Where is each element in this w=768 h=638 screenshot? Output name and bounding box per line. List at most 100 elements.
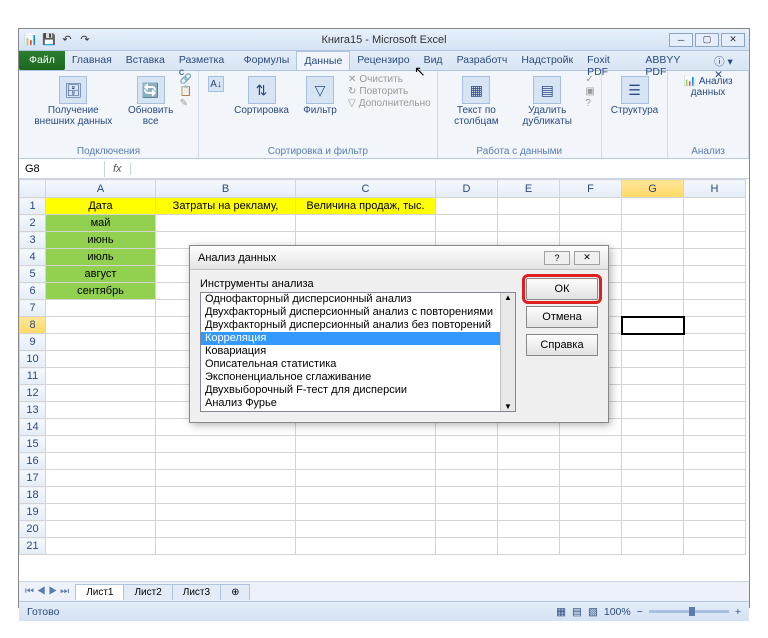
tab-layout[interactable]: Разметка с (172, 51, 237, 70)
name-box[interactable]: G8 (19, 161, 105, 177)
active-cell[interactable] (622, 317, 684, 334)
list-item[interactable]: Двухфакторный дисперсионный анализ без п… (201, 319, 515, 332)
list-item[interactable]: Описательная статистика (201, 358, 515, 371)
dedup-icon: ▤ (533, 76, 561, 104)
list-item[interactable]: Однофакторный дисперсионный анализ (201, 293, 515, 306)
ribbon: 🗄 Получение внешних данных 🔄 Обновить вс… (19, 71, 749, 159)
database-icon: 🗄 (59, 76, 87, 104)
close-button[interactable]: ✕ (721, 33, 745, 47)
help-button[interactable]: Справка (526, 334, 598, 356)
funnel-icon: ▽ (306, 76, 334, 104)
tab-insert[interactable]: Вставка (119, 51, 172, 70)
cancel-button[interactable]: Отмена (526, 306, 598, 328)
tab-data[interactable]: Данные (296, 51, 350, 70)
data-analysis-dialog: Анализ данных ? ✕ Инструменты анализа Од… (189, 245, 609, 423)
data-analysis-button[interactable]: 📊 Анализ данных (674, 74, 742, 100)
cell[interactable]: Затраты на рекламу, (156, 198, 296, 215)
quick-access-toolbar: 📊 💾 ↶ ↷ (23, 32, 93, 48)
dialog-help-icon[interactable]: ? (544, 251, 570, 265)
titlebar: 📊 💾 ↶ ↷ Книга15 - Microsoft Excel ─ ▢ ✕ (19, 29, 749, 51)
column-header-G[interactable]: G (622, 180, 684, 198)
ribbon-help-icon[interactable]: ⓘ ▾ ✕ (708, 51, 749, 70)
structure-button[interactable]: ☰ Структура (608, 74, 661, 118)
whatif-icon[interactable]: ? (585, 98, 594, 109)
dialog-title: Анализ данных (198, 252, 276, 264)
window-title: Книга15 - Microsoft Excel (321, 34, 446, 46)
zoom-slider[interactable] (649, 610, 729, 613)
filter-button[interactable]: ▽ Фильтр (296, 74, 344, 118)
tab-home[interactable]: Главная (65, 51, 119, 70)
save-icon[interactable]: 💾 (41, 32, 57, 48)
view-layout-icon[interactable]: ▤ (572, 606, 582, 618)
sheet-tab[interactable]: Лист1 (75, 584, 124, 600)
properties-icon[interactable]: 📋 (180, 86, 192, 97)
tab-abbyy[interactable]: ABBYY PDF (638, 51, 708, 70)
connections-icon[interactable]: 🔗 (180, 74, 192, 85)
list-item[interactable]: Экспоненциальное сглаживание (201, 371, 515, 384)
column-header-B[interactable]: B (156, 180, 296, 198)
tab-developer[interactable]: Разработч (450, 51, 515, 70)
column-header-E[interactable]: E (498, 180, 560, 198)
new-sheet-button[interactable]: ⊕ (220, 584, 250, 600)
list-item-selected[interactable]: Корреляция (201, 332, 515, 345)
get-external-data-button[interactable]: 🗄 Получение внешних данных (25, 74, 122, 129)
zoom-in-button[interactable]: + (735, 606, 741, 618)
clear-filter-button[interactable]: ✕ Очистить (348, 74, 431, 85)
list-item[interactable]: Ковариация (201, 345, 515, 358)
maximize-button[interactable]: ▢ (695, 33, 719, 47)
sort-az-button[interactable]: A↓ (205, 74, 227, 94)
column-header-A[interactable]: A (46, 180, 156, 198)
tab-review[interactable]: Рецензиро (350, 51, 416, 70)
column-header-H[interactable]: H (684, 180, 746, 198)
excel-icon: 📊 (23, 32, 39, 48)
consolidate-icon[interactable]: ▣ (585, 86, 594, 97)
sort-button[interactable]: ⇅ Сортировка (231, 74, 292, 118)
column-header-D[interactable]: D (436, 180, 498, 198)
refresh-all-button[interactable]: 🔄 Обновить все (126, 74, 176, 129)
remove-duplicates-button[interactable]: ▤ Удалить дубликаты (513, 74, 581, 129)
formula-bar[interactable] (131, 167, 749, 171)
redo-icon[interactable]: ↷ (77, 32, 93, 48)
row-header[interactable]: 1 (20, 198, 46, 215)
list-item[interactable]: Анализ Фурье (201, 397, 515, 410)
tab-formulas[interactable]: Формулы (237, 51, 297, 70)
sheet-tab[interactable]: Лист3 (172, 584, 221, 600)
view-normal-icon[interactable]: ▦ (556, 606, 566, 618)
view-break-icon[interactable]: ▧ (588, 606, 598, 618)
group-analysis-label: Анализ (674, 146, 742, 157)
edit-links-icon[interactable]: ✎ (180, 98, 192, 109)
file-tab[interactable]: Файл (19, 51, 65, 70)
outline-icon: ☰ (621, 76, 649, 104)
zoom-level[interactable]: 100% (604, 606, 631, 618)
tab-view[interactable]: Вид (417, 51, 450, 70)
cell[interactable]: Дата (46, 198, 156, 215)
advanced-filter-button[interactable]: ▽ Дополнительно (348, 98, 431, 109)
select-all-corner[interactable] (20, 180, 46, 198)
column-header-C[interactable]: C (296, 180, 436, 198)
ok-button[interactable]: ОК (526, 278, 598, 300)
group-data-tools-label: Работа с данными (444, 146, 595, 157)
sheet-nav[interactable]: ⏮ ◀ ▶ ⏭ (19, 586, 75, 597)
list-item[interactable]: Гистограмма (201, 410, 515, 412)
columns-icon: ▦ (462, 76, 490, 104)
listbox-scrollbar[interactable]: ▲▼ (500, 293, 515, 411)
reapply-filter-button[interactable]: ↻ Повторить (348, 86, 431, 97)
cell[interactable]: Величина продаж, тыс. (296, 198, 436, 215)
dialog-group-label: Инструменты анализа (200, 278, 516, 290)
validation-icon[interactable]: ✓ (585, 74, 594, 85)
fx-icon[interactable]: fx (105, 163, 131, 175)
analysis-tools-listbox[interactable]: Однофакторный дисперсионный анализ Двухф… (200, 292, 516, 412)
sheet-tab[interactable]: Лист2 (123, 584, 172, 600)
dialog-close-icon[interactable]: ✕ (574, 251, 600, 265)
tab-addins[interactable]: Надстройк (514, 51, 580, 70)
undo-icon[interactable]: ↶ (59, 32, 75, 48)
minimize-button[interactable]: ─ (669, 33, 693, 47)
zoom-out-button[interactable]: − (637, 606, 643, 618)
text-to-columns-button[interactable]: ▦ Текст по столбцам (444, 74, 509, 129)
list-item[interactable]: Двухвыборочный F-тест для дисперсии (201, 384, 515, 397)
list-item[interactable]: Двухфакторный дисперсионный анализ с пов… (201, 306, 515, 319)
sort-asc-icon: A↓ (208, 76, 224, 92)
ribbon-tabs: Файл Главная Вставка Разметка с Формулы … (19, 51, 749, 71)
tab-foxit[interactable]: Foxit PDF (580, 51, 638, 70)
column-header-F[interactable]: F (560, 180, 622, 198)
